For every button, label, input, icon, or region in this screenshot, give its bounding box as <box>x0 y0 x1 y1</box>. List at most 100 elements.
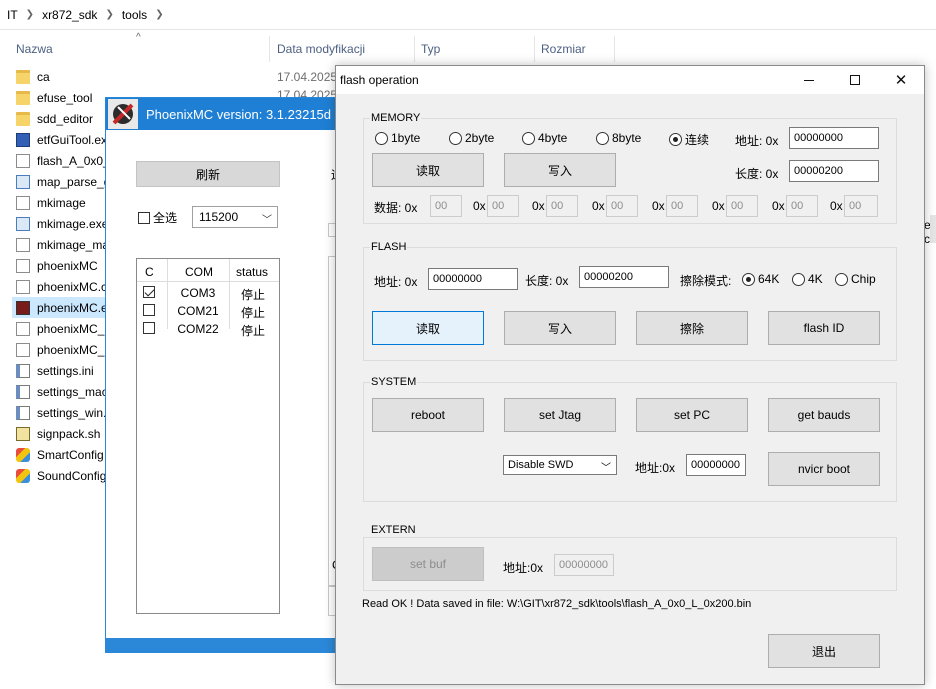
breadcrumb-item[interactable]: tools <box>117 8 152 22</box>
column-header-size[interactable]: Rozmiar <box>535 36 615 62</box>
phoenixmc-titlebar[interactable]: PhoenixMC version: 3.1.23215d <box>106 98 344 130</box>
radio-continuous[interactable]: 连续 <box>669 131 709 148</box>
memory-write-button[interactable]: 写入 <box>504 153 616 187</box>
system-addr-input[interactable]: 00000000 <box>686 454 746 476</box>
close-button[interactable]: ✕ <box>878 66 924 94</box>
file-row[interactable]: ca <box>16 66 50 87</box>
flash-operation-dialog: flash operation ✕ MEMORY 1byte 2byte 4by… <box>335 65 925 685</box>
table-row[interactable]: COM22 停止 <box>137 320 279 338</box>
set-pc-button[interactable]: set PC <box>636 398 748 432</box>
file-name: mkimage <box>37 195 86 210</box>
file-row[interactable]: mkimage_ma <box>16 234 109 255</box>
radio-circle[interactable] <box>522 131 535 145</box>
memory-data-byte-7[interactable]: 00 <box>844 195 878 217</box>
file-row[interactable]: mkimage <box>16 192 86 213</box>
com-port-name: COM22 <box>177 322 219 336</box>
radio-8byte[interactable]: 8byte <box>596 131 641 145</box>
maximize-button[interactable] <box>832 66 878 94</box>
extern-addr-input[interactable]: 00000000 <box>554 554 614 576</box>
row-checkbox[interactable] <box>143 304 155 316</box>
radio-circle-selected[interactable] <box>669 133 682 146</box>
column-header[interactable]: status <box>236 265 268 279</box>
minimize-button[interactable] <box>786 66 832 94</box>
breadcrumb-item[interactable]: IT <box>2 8 23 22</box>
memory-data-byte-6[interactable]: 00 <box>786 195 818 217</box>
reboot-button[interactable]: reboot <box>372 398 484 432</box>
set-jtag-button[interactable]: set Jtag <box>504 398 616 432</box>
get-bauds-button[interactable]: get bauds <box>768 398 880 432</box>
file-row[interactable]: phoenixMC.c <box>16 276 107 297</box>
column-header-date[interactable]: Data modyfikacji <box>271 36 415 62</box>
data-prefix-label: 0x <box>712 199 725 213</box>
radio-erase-chip[interactable]: Chip <box>835 272 876 286</box>
radio-erase-4k[interactable]: 4K <box>792 272 823 286</box>
memory-read-button[interactable]: 读取 <box>372 153 484 187</box>
column-header[interactable]: C <box>145 265 154 279</box>
file-row[interactable]: map_parse_g <box>16 171 110 192</box>
row-checkbox[interactable] <box>143 286 155 298</box>
radio-circle-selected[interactable] <box>742 272 755 286</box>
file-row[interactable]: settings.ini <box>16 360 94 381</box>
swd-select[interactable]: Disable SWD ﹀ <box>503 455 617 475</box>
file-row[interactable]: SoundConfig <box>16 465 106 486</box>
radio-circle[interactable] <box>375 131 388 145</box>
table-row[interactable]: COM3 停止 <box>137 284 279 302</box>
file-row[interactable]: signpack.sh <box>16 423 100 444</box>
file-row[interactable]: flash_A_0x0_l <box>16 150 112 171</box>
file-row[interactable]: efuse_tool <box>16 87 92 108</box>
scrollbar[interactable] <box>930 215 936 243</box>
select-all-checkbox[interactable]: 全选 <box>138 209 177 226</box>
file-row[interactable]: sdd_editor <box>16 108 93 129</box>
memory-addr-input[interactable]: 00000000 <box>789 127 879 149</box>
memory-data-byte-5[interactable]: 00 <box>726 195 758 217</box>
file-row-selected[interactable]: phoenixMC.e <box>12 297 108 318</box>
column-header-type[interactable]: Typ <box>415 36 535 62</box>
radio-1byte[interactable]: 1byte <box>375 131 420 145</box>
refresh-button[interactable]: 刷新 <box>136 161 280 187</box>
flash-addr-input[interactable]: 00000000 <box>428 268 518 290</box>
table-row[interactable]: COM21 停止 <box>137 302 279 320</box>
file-name: phoenixMC_ <box>37 321 105 336</box>
select-all-label: 全选 <box>153 211 178 225</box>
file-name: mkimage.exe <box>37 216 109 231</box>
radio-2byte[interactable]: 2byte <box>449 131 494 145</box>
radio-circle[interactable] <box>835 272 848 286</box>
file-row[interactable]: phoenixMC_ <box>16 318 104 339</box>
flash-len-input[interactable]: 00000200 <box>579 266 669 288</box>
file-row[interactable]: SmartConfig <box>16 444 104 465</box>
memory-data-byte-2[interactable]: 00 <box>546 195 578 217</box>
memory-data-byte-0[interactable]: 00 <box>430 195 462 217</box>
memory-data-byte-3[interactable]: 00 <box>606 195 638 217</box>
radio-circle[interactable] <box>449 131 462 145</box>
column-header-name[interactable]: Nazwa <box>10 36 270 62</box>
set-buf-button[interactable]: set buf <box>372 547 484 581</box>
radio-erase-64k[interactable]: 64K <box>742 272 779 286</box>
baud-rate-value: 115200 <box>199 210 239 224</box>
flash-erase-button[interactable]: 擦除 <box>636 311 748 345</box>
radio-circle[interactable] <box>792 272 805 286</box>
file-row[interactable]: mkimage.exe <box>16 213 108 234</box>
file-row[interactable]: etfGuiTool.ex <box>16 129 107 150</box>
chevron-right-icon: ❯ <box>105 9 114 20</box>
data-prefix-label: 0x <box>652 199 665 213</box>
radio-circle[interactable] <box>596 131 609 145</box>
file-row[interactable]: settings_mac <box>16 381 108 402</box>
column-header[interactable]: COM <box>185 265 213 279</box>
memory-data-byte-1[interactable]: 00 <box>487 195 519 217</box>
row-checkbox[interactable] <box>143 322 155 334</box>
flash-write-button[interactable]: 写入 <box>504 311 616 345</box>
memory-len-label: 长度: 0x <box>735 167 779 181</box>
file-row[interactable]: phoenixMC <box>16 255 98 276</box>
file-row[interactable]: settings_win. <box>16 402 106 423</box>
flash-read-button[interactable]: 读取 <box>372 311 484 345</box>
memory-data-byte-4[interactable]: 00 <box>666 195 698 217</box>
flash-id-button[interactable]: flash ID <box>768 311 880 345</box>
baud-rate-select[interactable]: 115200 ﹀ <box>192 206 278 228</box>
breadcrumb-item[interactable]: xr872_sdk <box>37 8 102 22</box>
checkbox-box[interactable] <box>138 211 150 224</box>
radio-4byte[interactable]: 4byte <box>522 131 567 145</box>
file-row[interactable]: phoenixMC_ <box>16 339 104 360</box>
exit-button[interactable]: 退出 <box>768 634 880 668</box>
memory-len-input[interactable]: 00000200 <box>789 160 879 182</box>
nvicr-boot-button[interactable]: nvicr boot <box>768 452 880 486</box>
